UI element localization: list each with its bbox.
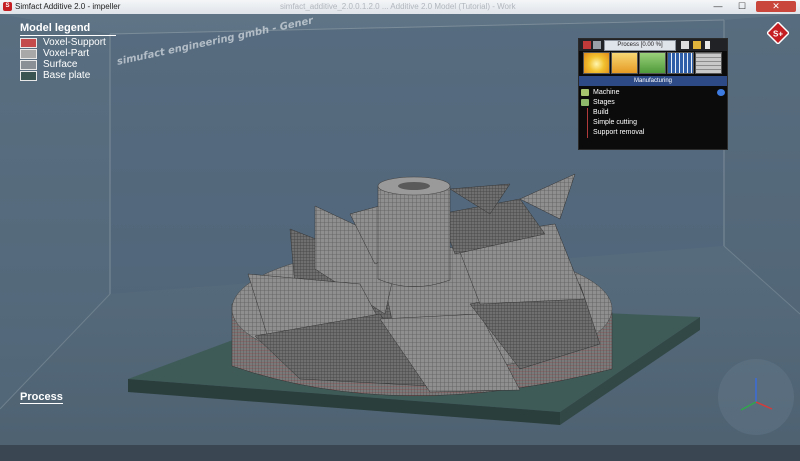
visibility-eye-icon[interactable] xyxy=(717,89,725,96)
logo-text: S+ xyxy=(773,30,783,39)
voxel-support-swatch xyxy=(20,38,37,48)
close-button[interactable]: ✕ xyxy=(756,1,796,12)
tree-item-simple-cutting[interactable]: Simple cutting xyxy=(581,118,725,128)
base-plate-swatch xyxy=(20,71,37,81)
tree-item-machine[interactable]: Machine xyxy=(581,88,725,98)
panel-list-icon[interactable] xyxy=(593,41,601,49)
machine-icon xyxy=(581,89,589,96)
manufacturing-section-header: Manufacturing xyxy=(579,76,727,86)
chamber-right-wall xyxy=(724,14,800,314)
model-legend: Model legend Voxel-Support Voxel-Part Su… xyxy=(20,22,116,82)
tree-label: Support removal xyxy=(593,129,645,136)
tree-label: Build xyxy=(593,109,609,116)
panel-add-icon[interactable] xyxy=(693,41,701,49)
legend-title: Model legend xyxy=(20,22,116,36)
build-stage-icon[interactable] xyxy=(583,52,610,74)
panel-menu-icon[interactable] xyxy=(583,41,591,49)
tree-label: Machine xyxy=(593,89,620,96)
cutting-stage-icon[interactable] xyxy=(611,52,638,74)
panel-expand-icon[interactable] xyxy=(705,41,710,49)
removal-stage-icon[interactable] xyxy=(639,52,666,74)
process-label: Process xyxy=(20,391,63,404)
legend-item: Base plate xyxy=(20,70,116,82)
tree-item-support-removal[interactable]: Support removal xyxy=(581,128,725,138)
manufacturing-panel: Process [0.00 %] Manufacturing Machine S… xyxy=(578,38,728,150)
tree-label: Stages xyxy=(593,99,615,106)
tree-label: Simple cutting xyxy=(593,119,637,126)
grid-stage-icon[interactable] xyxy=(667,52,694,74)
stages-icon xyxy=(581,99,589,106)
process-progress: Process [0.00 %] xyxy=(604,40,676,51)
legend-label: Voxel-Part xyxy=(43,48,90,59)
voxel-stage-icon[interactable] xyxy=(695,52,722,74)
bottom-status-bar xyxy=(0,445,800,461)
maximize-button[interactable]: ☐ xyxy=(731,1,753,12)
surface-swatch xyxy=(20,60,37,70)
axis-triad xyxy=(718,359,794,435)
panel-toolbar: Process [0.00 %] xyxy=(579,39,727,51)
voxel-part-swatch xyxy=(20,49,37,59)
legend-label: Base plate xyxy=(43,70,91,81)
3d-viewport[interactable]: simufact engineering gmbh - Gener Model … xyxy=(0,14,800,461)
title-bar: S Simfact Additive 2.0 - impeller simfac… xyxy=(0,0,800,15)
legend-label: Voxel-Support xyxy=(43,37,106,48)
stage-icon-strip xyxy=(582,52,724,74)
tree-item-stages[interactable]: Stages xyxy=(581,98,725,108)
minimize-button[interactable]: — xyxy=(707,1,729,12)
simufact-logo: S+ xyxy=(767,22,789,44)
panel-doc-icon[interactable] xyxy=(681,41,689,49)
window-path-title: simfact_additive_2.0.0.1.2.0 ... Additiv… xyxy=(280,2,516,11)
app-icon: S xyxy=(3,2,12,11)
model-tree: Machine Stages Build Simple cutting Supp… xyxy=(581,88,725,138)
legend-label: Surface xyxy=(43,59,78,70)
tree-item-build[interactable]: Build xyxy=(581,108,725,118)
window-title: Simfact Additive 2.0 - impeller xyxy=(15,2,121,11)
